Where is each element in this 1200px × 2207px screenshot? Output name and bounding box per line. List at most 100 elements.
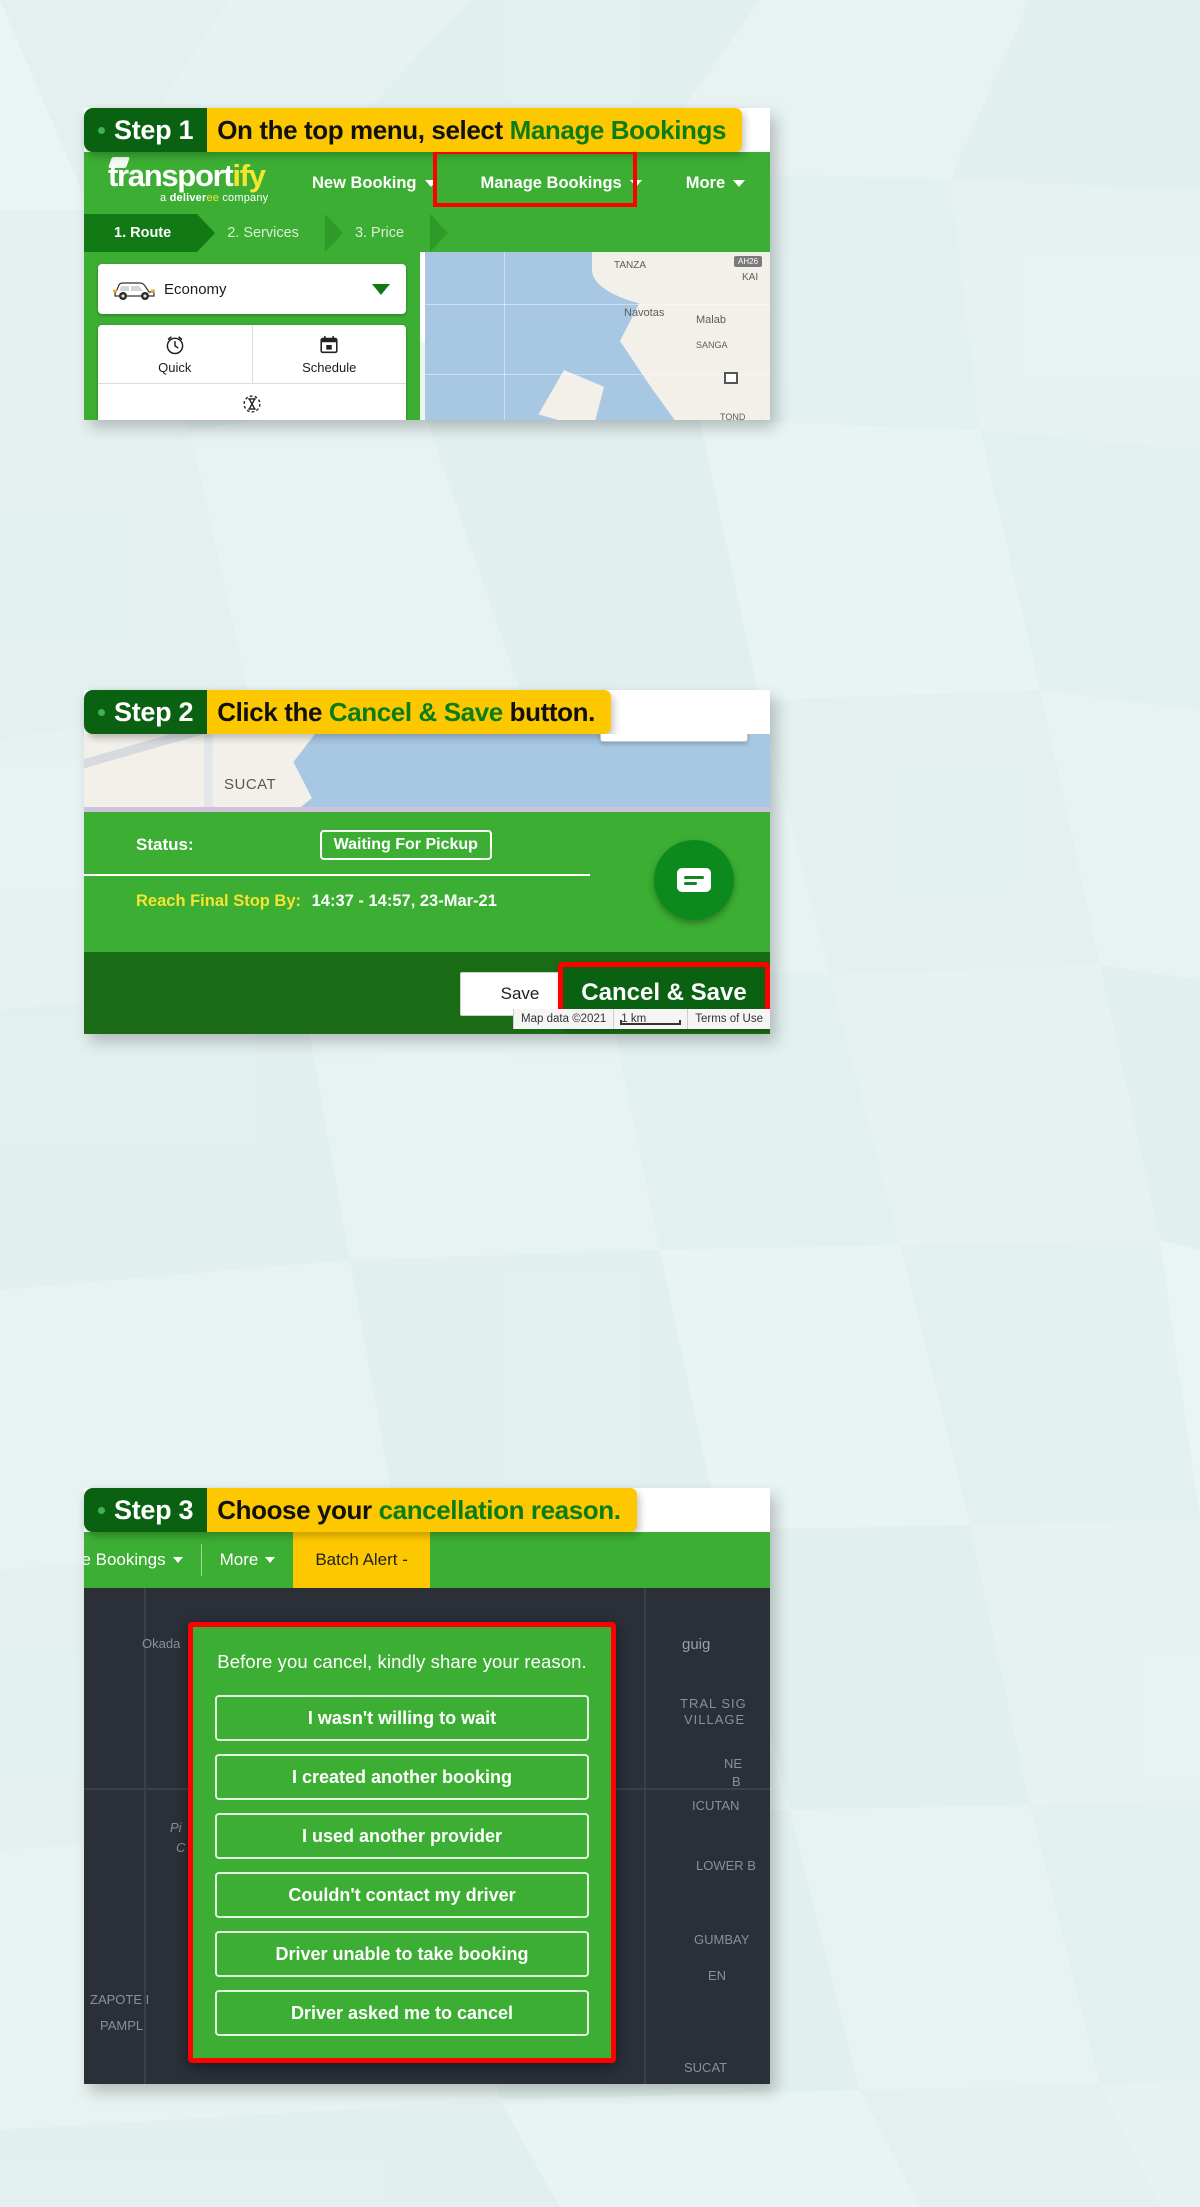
- step-3-title-highlight: cancellation reason.: [378, 1494, 621, 1525]
- reason-option-3[interactable]: Couldn't contact my driver: [215, 1872, 589, 1918]
- booking-step-tabs: 1. Route 2. Services 3. Price: [84, 214, 770, 252]
- nav-item-manage-bookings[interactable]: Manage Bookings: [481, 174, 642, 193]
- logo-wordmark: transportify: [108, 158, 266, 193]
- step-1-screenshot: transportify a deliveree company New Boo…: [84, 152, 770, 420]
- bullet-dot-icon: [98, 708, 105, 716]
- map-route-shield: AH26: [734, 256, 763, 267]
- chevron-down-icon: [372, 284, 390, 295]
- booking-status-panel: Status: Waiting For Pickup Reach Final S…: [84, 812, 770, 952]
- map-label: C: [176, 1840, 186, 1855]
- reason-option-4[interactable]: Driver unable to take booking: [215, 1931, 589, 1977]
- mode-quick[interactable]: Quick: [98, 325, 252, 383]
- cancel-and-save-button-label: Cancel & Save: [581, 979, 747, 1006]
- nav-item-more-label: More: [685, 173, 726, 192]
- step-1-title-pre: On the top menu, select: [217, 114, 510, 145]
- reason-option-5[interactable]: Driver asked me to cancel: [215, 1990, 589, 2036]
- nav-item-more-label: More: [219, 1550, 259, 1569]
- step-2-title-pre: Click the: [217, 696, 329, 727]
- mode-full-day[interactable]: Full Day: [98, 384, 406, 420]
- map-label: Navotas: [624, 307, 665, 319]
- track-button[interactable]: Track: [600, 734, 748, 742]
- transportify-logo: transportify a deliveree company: [106, 157, 286, 209]
- step-3-screenshot: ge Bookings More Batch Alert - Okada gui…: [84, 1532, 770, 2084]
- panel-scrollbar[interactable]: [420, 252, 425, 420]
- step-1-badge-label: Step 1: [114, 114, 194, 145]
- step-2-title-highlight: Cancel & Save: [328, 696, 503, 727]
- map-label: SANGA: [696, 340, 728, 350]
- map-label: LOWER B: [696, 1858, 756, 1873]
- map-road: [144, 1588, 146, 2084]
- vehicle-select-card[interactable]: Economy: [98, 264, 406, 314]
- map-label: TOND: [720, 412, 746, 420]
- map-label: GUMBAY: [694, 1932, 750, 1947]
- step-2-badge-label: Step 2: [114, 696, 194, 727]
- save-button-label: Save: [500, 984, 540, 1003]
- step-3-badge: Step 3: [84, 1488, 208, 1532]
- tab-route[interactable]: 1. Route: [84, 214, 216, 252]
- car-icon: [113, 282, 155, 300]
- map-landmass: [620, 296, 770, 420]
- chevron-down-icon: [424, 179, 437, 187]
- map-label: TRAL SIG: [680, 1696, 747, 1711]
- status-badge: Waiting For Pickup: [319, 830, 492, 860]
- tracking-map[interactable]: SUCAT: [84, 734, 770, 812]
- map-gridline: [424, 374, 770, 375]
- status-label: Status:: [136, 835, 194, 854]
- reason-option-1[interactable]: I created another booking: [215, 1754, 589, 1800]
- calendar-icon: [320, 335, 338, 353]
- step-1-card: Step 1 On the top menu, select Manage Bo…: [84, 108, 770, 420]
- nav-item-more[interactable]: More: [685, 173, 746, 193]
- map-label: VILLAGE: [684, 1712, 746, 1727]
- step-1-badge: Step 1: [84, 108, 208, 152]
- reason-option-0[interactable]: I wasn't willing to wait: [215, 1695, 589, 1741]
- step-2-badge: Step 2: [84, 690, 208, 734]
- step-2-title-post: button.: [502, 696, 596, 727]
- nav-item-batch-alert-label: Batch Alert -: [315, 1550, 408, 1569]
- reason-option-2-label: I used another provider: [301, 1825, 503, 1846]
- panel-scrollbar-thumb[interactable]: [420, 252, 425, 342]
- step-2-screenshot: SUCAT Track Map data ©2021 1 km Terms of…: [84, 734, 770, 1034]
- map-label: TANZA: [614, 260, 647, 271]
- reach-final-stop-label: Reach Final Stop By:: [136, 892, 302, 910]
- map-label: Okada: [142, 1636, 181, 1651]
- map-gridline: [504, 252, 505, 420]
- booking-map[interactable]: TANZA KAI Navotas Malab SANGA TOND AH26: [424, 252, 770, 420]
- map-terms-link[interactable]: Terms of Use: [687, 1009, 770, 1029]
- reason-option-5-label: Driver asked me to cancel: [290, 2002, 514, 2023]
- reach-final-stop-value: 14:37 - 14:57, 23-Mar-21: [311, 892, 497, 910]
- map-label: KAI: [742, 272, 759, 283]
- mode-schedule[interactable]: Schedule: [251, 325, 407, 383]
- step-2-title: Click the Cancel & Save button.: [207, 690, 611, 734]
- chevron-down-icon: [629, 179, 642, 187]
- nav-item-batch-alert[interactable]: Batch Alert -: [293, 1532, 430, 1588]
- chevron-down-icon: [172, 1557, 183, 1563]
- nav-item-more[interactable]: More: [202, 1532, 294, 1588]
- map-scale-bar-icon: [620, 1020, 682, 1025]
- step-3-title: Choose your cancellation reason.: [207, 1488, 637, 1532]
- map-label: guig: [682, 1636, 711, 1653]
- map-gridline: [424, 304, 770, 305]
- nav-item-manage-bookings[interactable]: ge Bookings: [84, 1532, 201, 1588]
- bullet-dot-icon: [98, 126, 105, 134]
- map-label: ICUTAN: [692, 1798, 740, 1813]
- reason-option-2[interactable]: I used another provider: [215, 1813, 589, 1859]
- mode-schedule-label: Schedule: [302, 359, 357, 375]
- map-label: EN: [708, 1968, 727, 1983]
- map-marker-icon: [724, 372, 738, 384]
- map-road: [644, 1588, 646, 2084]
- map-scale: 1 km: [613, 1009, 688, 1029]
- vehicle-select[interactable]: Economy: [98, 264, 406, 314]
- nav-item-new-booking[interactable]: New Booking: [312, 174, 437, 193]
- map-label-sucat: SUCAT: [224, 776, 277, 793]
- booking-mode-card: Quick Schedule: [98, 325, 406, 420]
- tab-services[interactable]: 2. Services: [197, 214, 343, 252]
- step-3-title-pre: Choose your: [217, 1494, 379, 1525]
- step-3-header: Step 3 Choose your cancellation reason.: [84, 1488, 637, 1532]
- mode-quick-label: Quick: [158, 359, 192, 375]
- chat-button[interactable]: [654, 840, 734, 920]
- vehicle-select-value: Economy: [164, 280, 227, 298]
- map-label: NE: [724, 1756, 743, 1771]
- map-road: [204, 734, 213, 812]
- step-2-card: Step 2 Click the Cancel & Save button. S…: [84, 690, 770, 1034]
- mode-full-day-label: Full Day: [228, 419, 276, 421]
